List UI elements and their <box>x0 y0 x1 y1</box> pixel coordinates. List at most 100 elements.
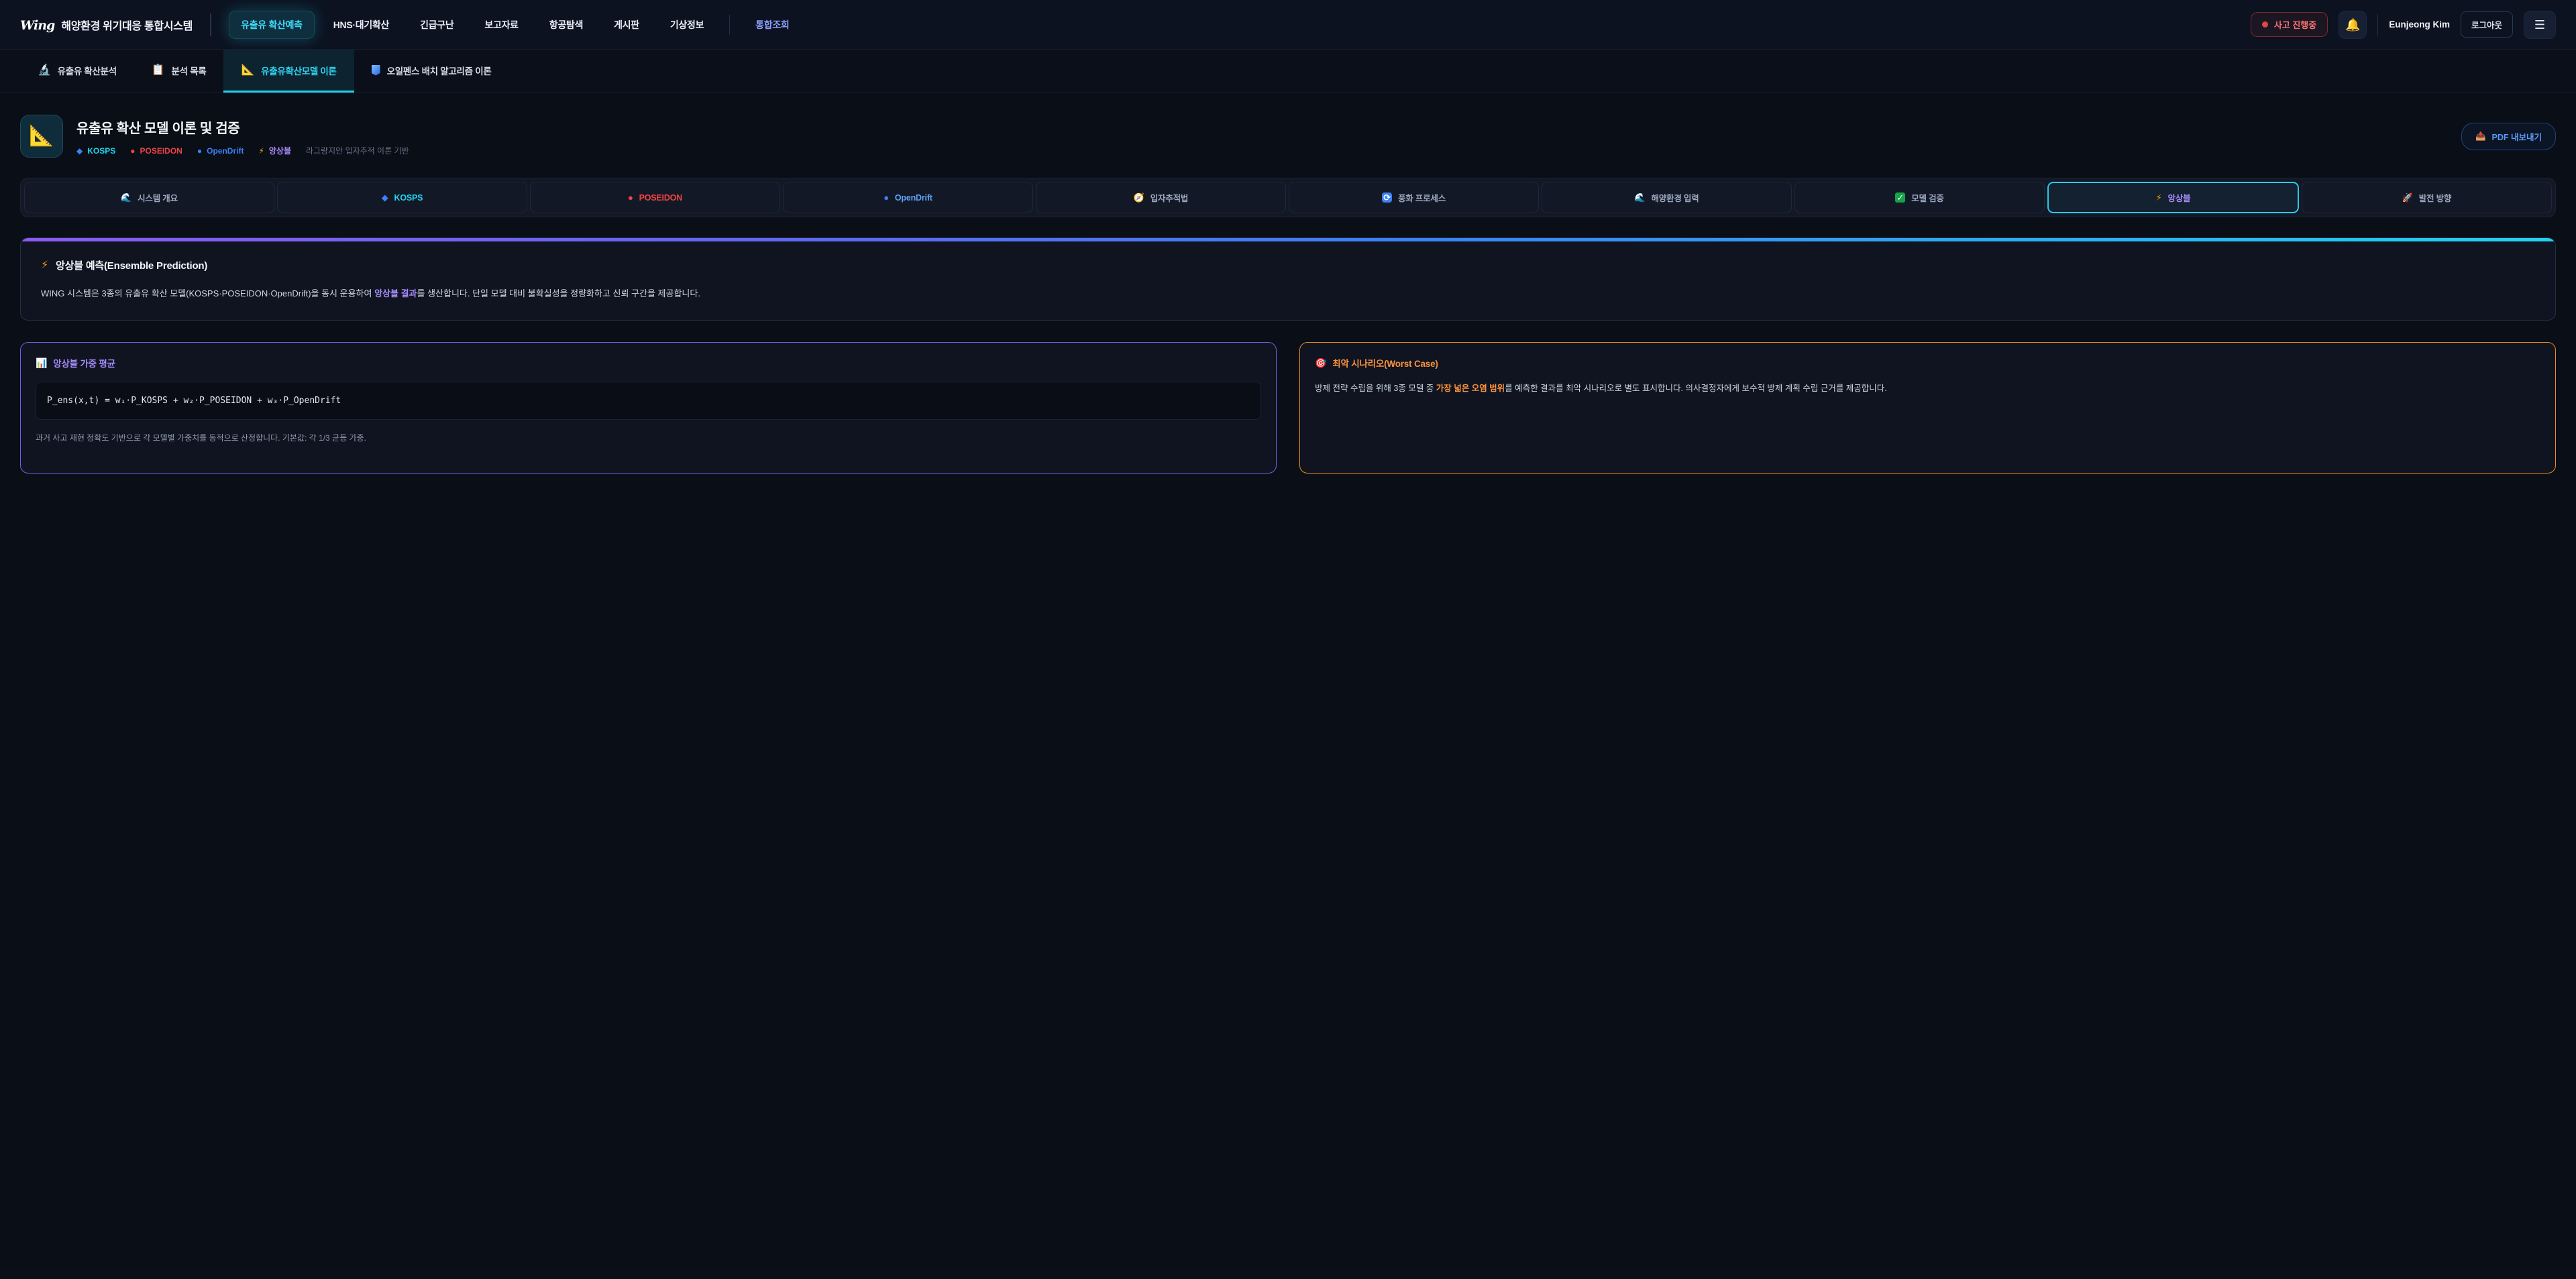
app-logo: Wing <box>20 18 54 33</box>
section-nav-8[interactable]: ⚡ 앙상블 <box>2047 182 2299 213</box>
nav-item-0[interactable]: 유출유 확산예측 <box>229 11 315 39</box>
model-badge-opendrift: ● OpenDrift <box>197 146 244 156</box>
ruler-icon: 📐 <box>241 65 254 76</box>
bolt-icon: ⚡ <box>2156 193 2162 202</box>
section-nav-label: 시스템 개요 <box>138 191 178 204</box>
tab-0[interactable]: 🔬 유출유 확산분석 <box>20 50 134 93</box>
status-dot-icon <box>2262 21 2268 27</box>
tab-3[interactable]: 오일펜스 배치 알고리즘 이론 <box>354 50 509 93</box>
user-divider <box>2377 14 2378 36</box>
section-nav-label: 발전 방향 <box>2419 191 2451 204</box>
nav-item-4[interactable]: 항공탐색 <box>537 11 595 39</box>
section-nav-0[interactable]: 🌊시스템 개요 <box>24 182 274 213</box>
bolt-icon: ⚡ <box>258 147 264 155</box>
worst-card-body: 방제 전략 수립을 위해 3종 모델 중 가장 넓은 오염 범위를 예측한 결과… <box>1315 382 2540 395</box>
model-badge-label: KOSPS <box>87 146 115 156</box>
main-nav: 유출유 확산예측HNS·대기확산긴급구난보고자료항공탐색게시판기상정보 통합조회 <box>229 11 2251 39</box>
weighted-average-card: 📊 앙상블 가중 평균 P_ens(x,t) = w₁·P_KOSPS + w₂… <box>20 342 1277 474</box>
incident-status-badge: 사고 진행중 <box>2251 12 2328 37</box>
nav-item-7[interactable]: 통합조회 <box>743 11 801 39</box>
circle-blue-icon: ● <box>197 147 202 155</box>
circle-blue-icon: ● <box>883 193 889 202</box>
target-icon: 🎯 <box>1315 358 1326 368</box>
bell-icon: 🔔 <box>2345 19 2360 31</box>
section-nav-5[interactable]: ⟳풍화 프로세스 <box>1289 182 1539 213</box>
diamond-icon: ◆ <box>76 147 83 155</box>
clipboard-icon: 📋 <box>152 65 165 76</box>
section-nav-label: POSEIDON <box>639 193 682 203</box>
circle-red-icon: ● <box>628 193 633 202</box>
ensemble-heading-label: 앙상블 예측(Ensemble Prediction) <box>56 258 207 272</box>
nav-item-5[interactable]: 게시판 <box>602 11 651 39</box>
diamond-icon: ◆ <box>382 193 388 202</box>
model-badge-label: 앙상블 <box>269 145 291 156</box>
section-nav-9[interactable]: 🚀발전 방향 <box>2302 182 2552 213</box>
compass-icon: 🧭 <box>1134 193 1144 202</box>
section-nav-label: 해양환경 입력 <box>1651 191 1699 204</box>
nav-divider <box>729 15 730 35</box>
section-nav-7[interactable]: ✓ 모델 검증 <box>1794 182 2045 213</box>
model-badge-kosps: ◆ KOSPS <box>76 146 115 156</box>
section-nav-label: OpenDrift <box>895 193 932 203</box>
pdf-export-label: PDF 내보내기 <box>2492 130 2542 143</box>
nav-item-2[interactable]: 긴급구난 <box>408 11 466 39</box>
app-title: 해양환경 위기대응 통합시스템 <box>61 17 193 33</box>
microscope-icon: 🔬 <box>38 65 51 76</box>
main-content: 📐 유출유 확산 모델 이론 및 검증 ◆ KOSPS ● POSEIDON ● Open… <box>0 115 2576 474</box>
nav-item-6[interactable]: 기상정보 <box>658 11 716 39</box>
tab-1[interactable]: 📋 분석 목록 <box>134 50 224 93</box>
worst-body-post: 를 예측한 결과를 최악 시나리오로 별도 표시합니다. 의사결정자에게 보수적… <box>1505 384 1887 393</box>
export-icon: 📤 <box>2475 132 2486 141</box>
menu-button[interactable]: ☰ <box>2524 11 2556 39</box>
cycle-icon: ⟳ <box>1382 192 1392 203</box>
bolt-icon: ⚡ <box>41 260 48 271</box>
tab-label: 오일펜스 배치 알고리즘 이론 <box>387 64 492 77</box>
nav-item-1[interactable]: HNS·대기확산 <box>321 11 401 39</box>
worst-card-title: 🎯 최악 시나리오(Worst Case) <box>1315 356 2540 370</box>
weighted-card-title-label: 앙상블 가중 평균 <box>53 356 115 370</box>
section-nav-1[interactable]: ◆ KOSPS <box>277 182 527 213</box>
section-nav-label: 모델 검증 <box>1911 191 1943 204</box>
model-badge-앙상블: ⚡ 앙상블 <box>258 145 291 156</box>
tab-label: 유출유확산모델 이론 <box>261 64 337 77</box>
ruler-icon: 📐 <box>29 126 54 146</box>
section-nav-2[interactable]: ● POSEIDON <box>530 182 780 213</box>
page-title: 유출유 확산 모델 이론 및 검증 <box>76 117 2461 137</box>
logout-button[interactable]: 로그아웃 <box>2461 11 2513 38</box>
weighted-card-title: 📊 앙상블 가중 평균 <box>36 356 1261 370</box>
ensemble-description: WING 시스템은 3종의 유출유 확산 모델(KOSPS·POSEIDON·O… <box>41 287 2535 301</box>
worst-body-pre: 방제 전략 수립을 위해 3종 모델 중 <box>1315 384 1436 393</box>
ensemble-desc-post: 를 생산합니다. 단일 모델 대비 불확실성을 정량화하고 신뢰 구간을 제공합… <box>417 288 700 298</box>
top-bar: Wing 해양환경 위기대응 통합시스템 유출유 확산예측HNS·대기확산긴급구… <box>0 0 2576 50</box>
weighted-card-caption: 과거 사고 재현 정확도 기반으로 각 모델별 가중치를 동적으로 산정합니다.… <box>36 432 1261 445</box>
section-nav-3[interactable]: ● OpenDrift <box>783 182 1033 213</box>
worst-body-highlight: 가장 넓은 오염 범위 <box>1436 384 1505 393</box>
nav-item-3[interactable]: 보고자료 <box>472 11 530 39</box>
section-nav-6[interactable]: 🌊해양환경 입력 <box>1542 182 1792 213</box>
tab-label: 분석 목록 <box>172 64 207 77</box>
page-head-text: 유출유 확산 모델 이론 및 검증 ◆ KOSPS ● POSEIDON ● OpenDr… <box>76 115 2461 156</box>
ensemble-panel: ⚡ 앙상블 예측(Ensemble Prediction) WING 시스템은 … <box>20 237 2556 321</box>
model-badge-label: OpenDrift <box>207 146 244 156</box>
section-nav-label: KOSPS <box>394 193 423 203</box>
section-nav-4[interactable]: 🧭 입자추적법 <box>1036 182 1286 213</box>
section-nav-label: 앙상블 <box>2168 191 2191 204</box>
check-icon: ✓ <box>1895 192 1905 203</box>
page-icon-box: 📐 <box>20 115 63 158</box>
model-badge-label: POSEIDON <box>140 146 182 156</box>
pdf-export-button[interactable]: 📤 PDF 내보내기 <box>2461 123 2556 150</box>
page-head: 📐 유출유 확산 모델 이론 및 검증 ◆ KOSPS ● POSEIDON ● Open… <box>20 115 2556 158</box>
tab-2[interactable]: 📐 유출유확산모델 이론 <box>223 50 354 93</box>
user-name: Eunjeong Kim <box>2389 19 2450 30</box>
tab-label: 유출유 확산분석 <box>58 64 117 77</box>
worst-card-title-label: 최악 시나리오(Worst Case) <box>1332 356 1438 370</box>
notifications-button[interactable]: 🔔 <box>2339 11 2367 39</box>
ensemble-desc-highlight: 앙상블 결과 <box>374 288 417 298</box>
chart-icon: 📊 <box>36 358 47 368</box>
section-nav: 🌊시스템 개요 ◆ KOSPS ● POSEIDON ● OpenDrift 🧭 입자추적법 ⟳풍… <box>20 178 2556 217</box>
section-nav-label: 입자추적법 <box>1150 191 1189 204</box>
app-brand[interactable]: Wing 해양환경 위기대응 통합시스템 <box>20 17 193 33</box>
ensemble-heading: ⚡ 앙상블 예측(Ensemble Prediction) <box>41 258 2535 272</box>
cards-row: 📊 앙상블 가중 평균 P_ens(x,t) = w₁·P_KOSPS + w₂… <box>20 342 2556 474</box>
status-badge-label: 사고 진행중 <box>2274 18 2316 31</box>
